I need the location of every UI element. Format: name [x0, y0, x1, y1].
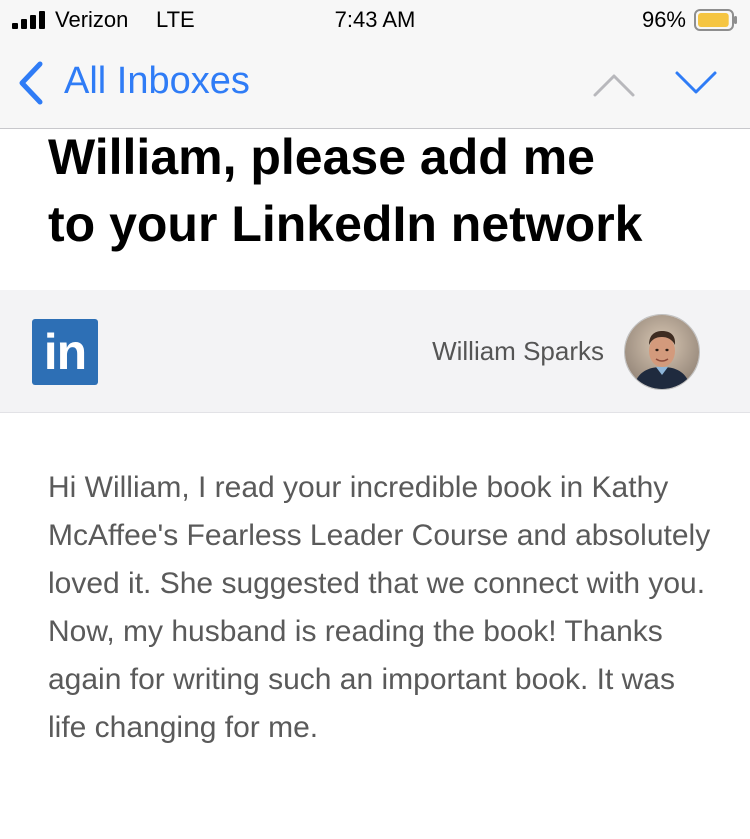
- email-body: Hi William, I read your incredible book …: [48, 471, 711, 744]
- email-subject: William, please add me to your LinkedIn n…: [48, 124, 728, 258]
- battery-percent: 96%: [641, 7, 686, 32]
- sender-header: in William Sparks: [0, 290, 750, 413]
- sender-name[interactable]: William Sparks: [432, 336, 604, 367]
- subject-line-1: William, please add me: [48, 129, 595, 185]
- back-to-all-inboxes-link[interactable]: All Inboxes: [64, 60, 250, 103]
- linkedin-logo-icon: in: [32, 319, 98, 385]
- status-bar: Verizon LTE 7:43 AM 96%: [0, 0, 750, 40]
- chevron-down-icon[interactable]: [674, 70, 718, 96]
- chevron-left-icon[interactable]: [16, 60, 46, 106]
- clock: 7:43 AM: [334, 7, 416, 32]
- chevron-up-icon[interactable]: [592, 72, 636, 98]
- subject-line-2: to your LinkedIn network: [48, 196, 643, 252]
- navigation-bar: All Inboxes: [0, 40, 750, 129]
- avatar[interactable]: [624, 314, 700, 390]
- battery-icon: [694, 9, 737, 31]
